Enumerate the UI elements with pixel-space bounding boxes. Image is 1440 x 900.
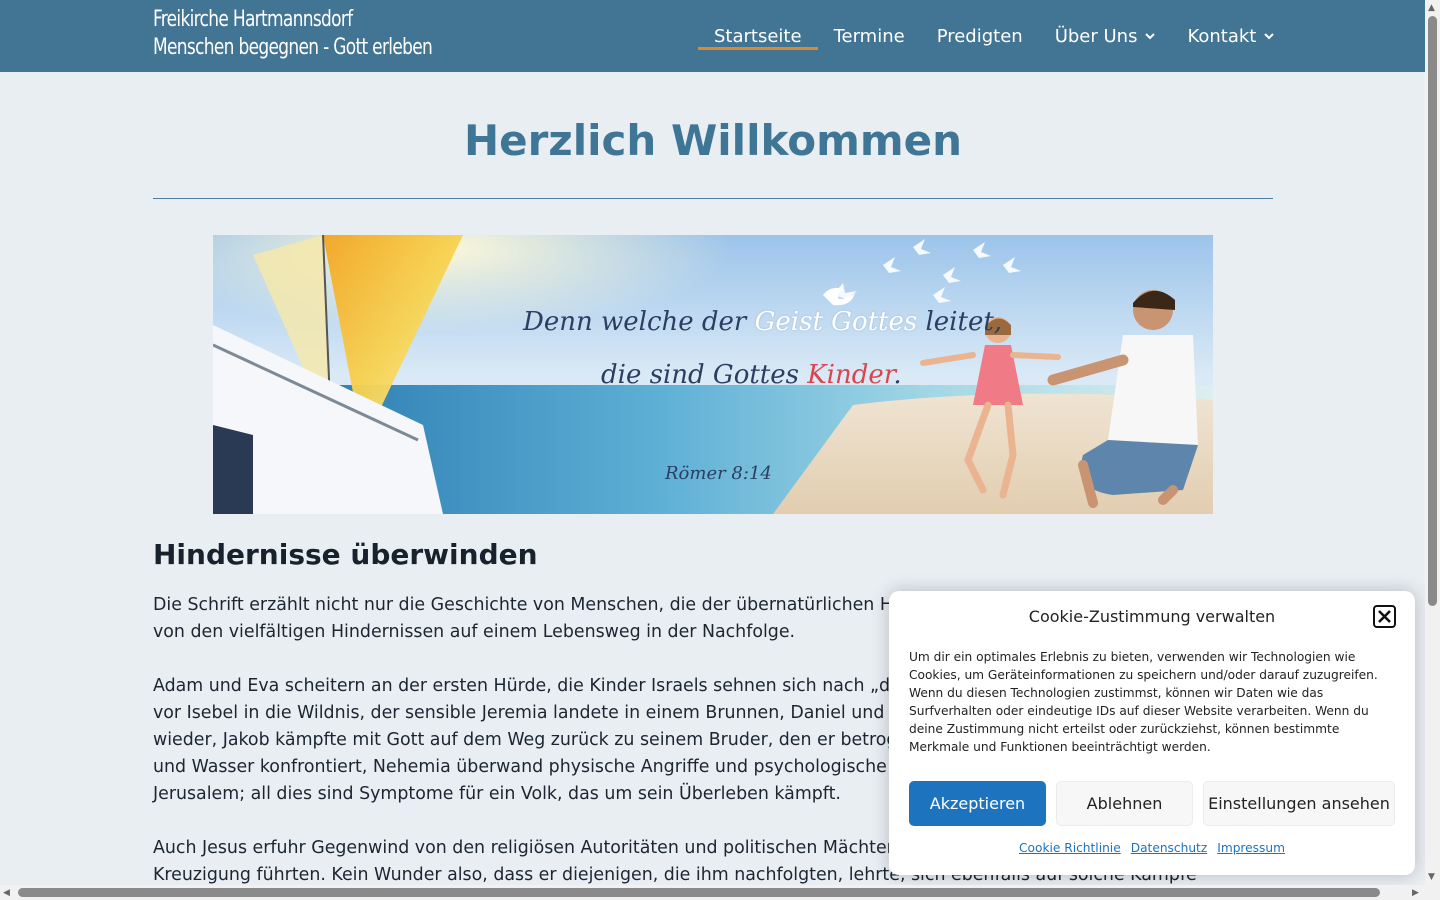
vertical-scroll-thumb[interactable]	[1428, 16, 1437, 606]
verse-highlight: Kinder	[807, 360, 894, 390]
scroll-down-icon[interactable]: ▼	[1428, 872, 1435, 882]
nav-label: Startseite	[714, 25, 802, 47]
scroll-right-icon[interactable]: ▶	[1412, 888, 1419, 898]
chevron-down-icon	[1145, 32, 1156, 40]
nav-item-kontakt[interactable]: Kontakt	[1171, 0, 1290, 72]
deny-button[interactable]: Ablehnen	[1056, 781, 1193, 826]
privacy-link[interactable]: Datenschutz	[1131, 841, 1208, 855]
logo-tagline: Menschen begegnen - Gott erleben	[153, 35, 433, 60]
section-heading: Hindernisse überwinden	[153, 538, 538, 571]
nav-item-startseite[interactable]: Startseite	[698, 0, 818, 72]
page-title: Herzlich Willkommen	[463, 116, 963, 165]
chevron-down-icon	[1264, 32, 1275, 40]
cookie-policy-link[interactable]: Cookie Richtlinie	[1019, 841, 1121, 855]
cookie-links: Cookie Richtlinie Datenschutz Impressum	[889, 841, 1415, 855]
cookie-consent-dialog: Cookie-Zustimmung verwalten Um dir ein o…	[889, 591, 1415, 875]
close-icon[interactable]	[1373, 605, 1396, 628]
cookie-dialog-title: Cookie-Zustimmung verwalten	[1028, 607, 1276, 626]
banner-verse-line1: Denn welche der Geist Gottes leitet,	[523, 307, 1002, 337]
vertical-scrollbar[interactable]: ▲ ▼	[1425, 0, 1440, 900]
scroll-left-icon[interactable]: ◀	[3, 888, 10, 898]
verse-text: .	[893, 360, 902, 390]
hero-banner-image: Denn welche der Geist Gottes leitet, die…	[213, 235, 1213, 514]
verse-text: die sind Gottes	[601, 360, 808, 390]
title-divider	[153, 198, 1273, 199]
nav-label: Über Uns	[1054, 25, 1138, 47]
nav-item-predigten[interactable]: Predigten	[921, 0, 1039, 72]
site-logo[interactable]: Freikirche Hartmannsdorf Menschen begegn…	[153, 6, 433, 62]
cookie-description: Um dir ein optimales Erlebnis zu bieten,…	[909, 650, 1378, 754]
logo-title: Freikirche Hartmannsdorf	[153, 7, 353, 32]
verse-highlight: Geist Gottes	[754, 307, 918, 337]
scroll-up-icon[interactable]: ▲	[1428, 3, 1435, 13]
banner-verse-line2: die sind Gottes Kinder.	[601, 360, 902, 390]
view-settings-button[interactable]: Einstellungen ansehen	[1203, 781, 1395, 826]
nav-label: Predigten	[936, 25, 1023, 47]
banner-verse-reference: Römer 8:14	[665, 463, 772, 484]
verse-text: Denn welche der	[523, 307, 755, 337]
nav-label: Kontakt	[1187, 25, 1257, 47]
horizontal-scrollbar[interactable]: ◀ ▶	[0, 885, 1425, 900]
nav-label: Termine	[833, 25, 905, 47]
imprint-link[interactable]: Impressum	[1217, 841, 1285, 855]
site-header: Freikirche Hartmannsdorf Menschen begegn…	[0, 0, 1425, 72]
main-nav: Startseite Termine Predigten Über Uns Ko…	[698, 0, 1290, 72]
accept-button[interactable]: Akzeptieren	[909, 781, 1046, 826]
verse-text: leitet,	[917, 307, 1003, 337]
horizontal-scroll-thumb[interactable]	[18, 888, 1380, 897]
nav-item-termine[interactable]: Termine	[818, 0, 921, 72]
nav-item-ueber-uns[interactable]: Über Uns	[1039, 0, 1172, 72]
